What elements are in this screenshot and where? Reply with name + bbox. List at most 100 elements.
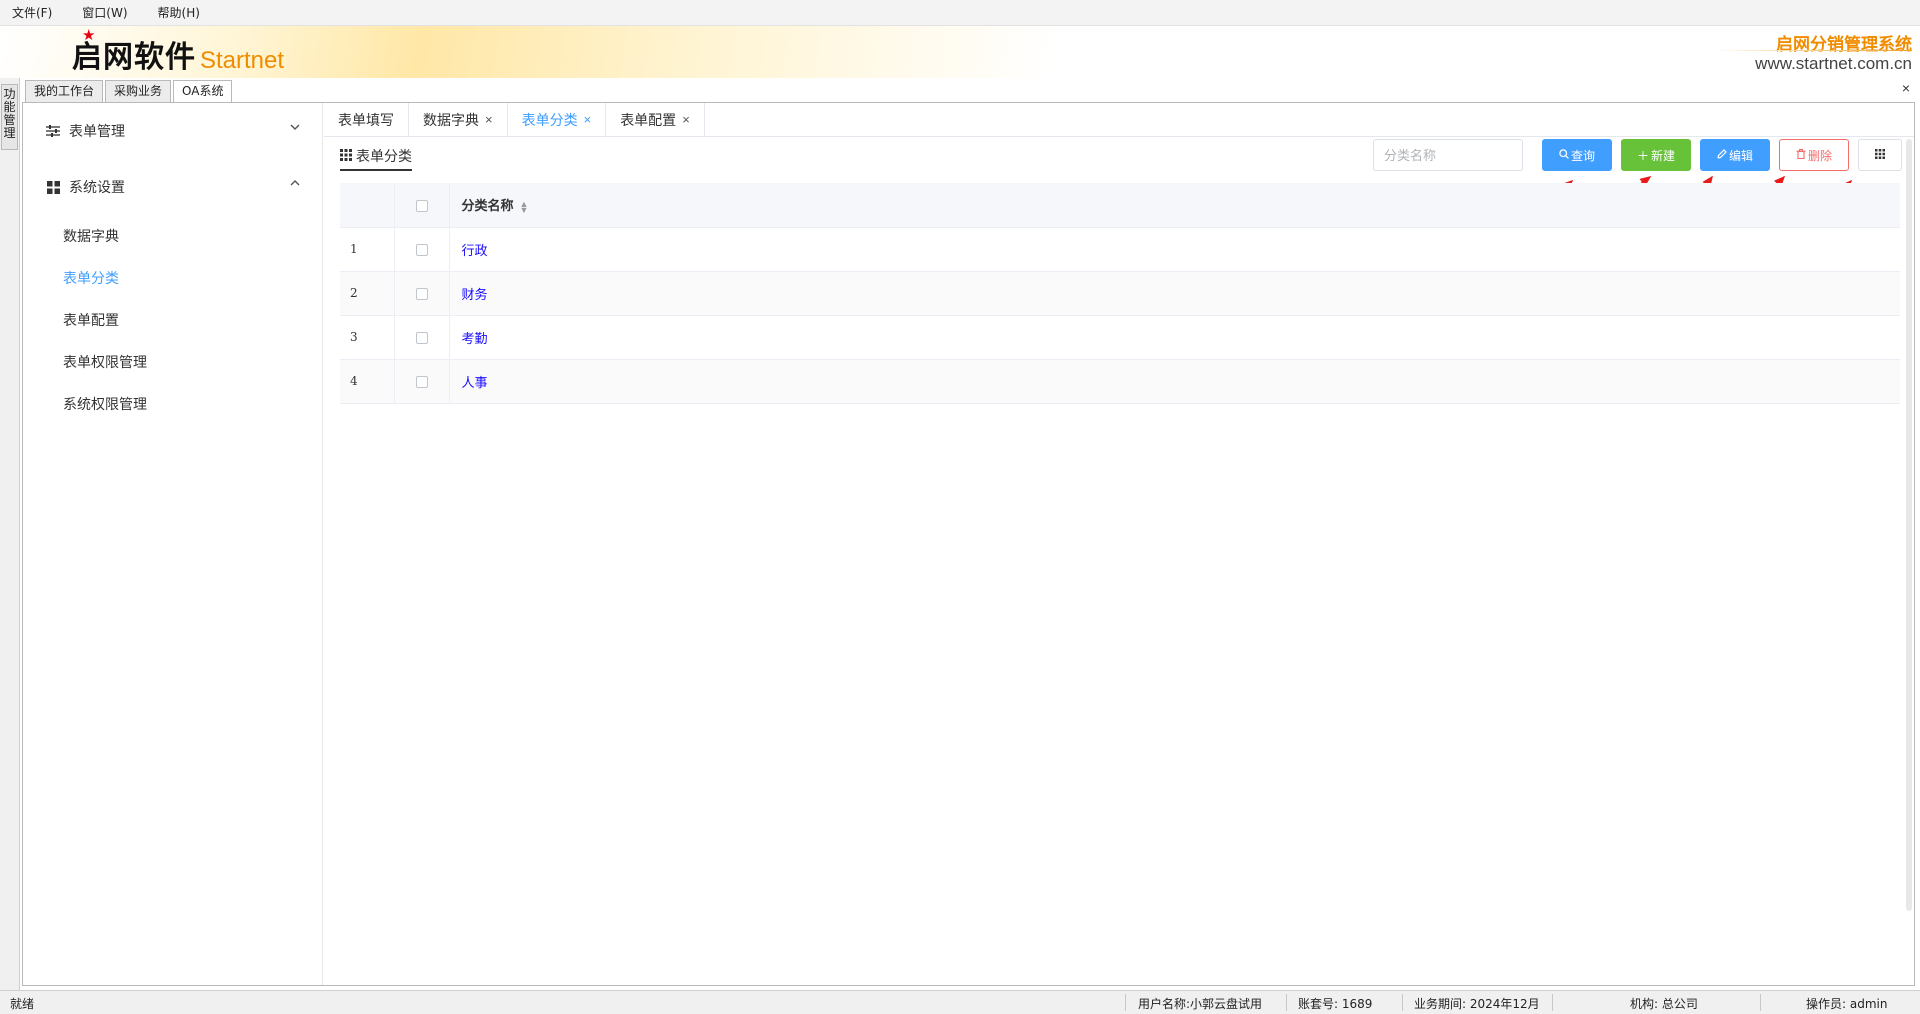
category-name-cell[interactable]: 行政 (449, 227, 1900, 272)
row-checkbox[interactable] (415, 244, 428, 257)
sidebar-item-data-dictionary[interactable]: 数据字典 (23, 215, 322, 257)
table-header-row: 分类名称 ▲ ▼ (340, 183, 1900, 228)
status-divider (1552, 994, 1553, 1011)
panel-title-text: 表单分类 (356, 148, 412, 164)
sidebar-group-system-settings[interactable]: 系统设置 (23, 159, 322, 215)
select-all-checkbox[interactable] (415, 199, 428, 212)
tab-form-fill[interactable]: 表单填写 (324, 103, 409, 137)
logo-cn-text: 启网软件 (72, 40, 196, 75)
status-divider (1286, 994, 1287, 1011)
panel-title: 表单分类 (340, 145, 412, 171)
sidebar-item-system-permission[interactable]: 系统权限管理 (23, 383, 322, 425)
row-select-cell (394, 359, 450, 404)
query-button-label: 查询 (1570, 148, 1595, 163)
table-row[interactable]: 1 行政 (340, 227, 1900, 272)
row-index: 2 (340, 271, 395, 316)
status-operator: 操作员: admin (1806, 997, 1888, 1011)
tab-oa-system[interactable]: OA系统 (173, 80, 233, 103)
close-icon[interactable]: × (682, 103, 690, 137)
sidebar-item-form-permission[interactable]: 表单权限管理 (23, 341, 322, 383)
status-divider (1760, 994, 1761, 1011)
sliders-icon (45, 123, 61, 139)
query-button[interactable]: 查询 (1542, 139, 1612, 171)
tab-label: 数据字典 (423, 112, 479, 128)
select-all-cell (394, 183, 450, 228)
category-name-search-input[interactable] (1373, 139, 1523, 171)
status-divider (1125, 994, 1126, 1011)
tab-form-category[interactable]: 表单分类 × (508, 103, 607, 137)
index-header (340, 183, 395, 228)
brand-divider (1712, 50, 1912, 51)
menu-bar: 文件(F) 窗口(W) 帮助(H) (0, 0, 1920, 26)
sidebar-group-label: 系统设置 (69, 179, 125, 195)
system-name: 启网分销管理系统 (1776, 35, 1912, 55)
category-name-header[interactable]: 分类名称 ▲ ▼ (449, 183, 1900, 228)
sidebar-group-label: 表单管理 (69, 123, 125, 139)
logo-en-text: Startnet (200, 47, 285, 74)
category-table: 分类名称 ▲ ▼ 1 行政 2 财务 3 考勤 4 人事 (340, 183, 1900, 404)
row-checkbox[interactable] (415, 376, 428, 389)
vertical-scrollbar[interactable] (1906, 139, 1912, 911)
delete-button[interactable]: 删除 (1779, 139, 1849, 171)
category-name-cell[interactable]: 财务 (449, 271, 1900, 316)
row-checkbox[interactable] (415, 332, 428, 345)
status-account: 账套号: 1689 (1298, 997, 1373, 1011)
row-select-cell (394, 315, 450, 360)
row-index: 1 (340, 227, 395, 272)
menu-window[interactable]: 窗口(W) (82, 4, 127, 21)
content-tabs: 表单填写 数据字典 × 表单分类 × 表单配置 × (324, 103, 1914, 137)
status-user: 用户名称:小郭云盘试用 (1138, 997, 1263, 1011)
sidebar-item-form-category[interactable]: 表单分类 (23, 257, 322, 299)
tab-label: 表单分类 (521, 112, 578, 128)
sidebar-group-form-manage[interactable]: 表单管理 (23, 103, 322, 159)
status-text: 就绪 (10, 997, 35, 1011)
plus-icon: ＋ (1636, 148, 1649, 163)
function-strip: 功能管理 (0, 78, 20, 990)
trash-icon (1796, 148, 1806, 162)
column-header-label: 分类名称 (461, 198, 514, 214)
tab-workbench[interactable]: 我的工作台 (25, 80, 104, 102)
row-select-cell (394, 271, 450, 316)
edit-button[interactable]: 编辑 (1700, 139, 1770, 171)
sidebar-item-form-config[interactable]: 表单配置 (23, 299, 322, 341)
system-url: www.startnet.com.cn (1755, 54, 1912, 73)
menu-help[interactable]: 帮助(H) (158, 4, 200, 21)
content-area: 表单填写 数据字典 × 表单分类 × 表单配置 × 表单分类 分类名称 查询 ＋… (324, 103, 1914, 985)
row-checkbox[interactable] (415, 288, 428, 301)
status-bar: 就绪 用户名称:小郭云盘试用 账套号: 1689 业务期间: 2024年12月 … (0, 990, 1920, 1014)
edit-icon (1717, 148, 1727, 162)
row-index: 4 (340, 359, 395, 404)
tab-label: 表单填写 (338, 112, 394, 128)
row-select-cell (394, 227, 450, 272)
delete-button-label: 删除 (1807, 148, 1832, 163)
table-row[interactable]: 4 人事 (340, 359, 1900, 404)
tab-form-config[interactable]: 表单配置 × (606, 103, 705, 137)
row-index: 3 (340, 315, 395, 360)
grid-icon (1875, 148, 1885, 162)
search-icon (1559, 148, 1569, 162)
workspace-tabs: 我的工作台 采购业务 OA系统 (25, 80, 234, 103)
function-manage-tab[interactable]: 功能管理 (1, 84, 18, 150)
menu-file[interactable]: 文件(F) (12, 4, 52, 21)
tab-data-dictionary[interactable]: 数据字典 × (409, 103, 508, 137)
table-row[interactable]: 3 考勤 (340, 315, 1900, 360)
status-org: 机构: 总公司 (1630, 997, 1698, 1011)
tab-purchase[interactable]: 采购业务 (105, 80, 172, 102)
close-window-icon[interactable]: × (1902, 80, 1910, 96)
category-name-cell[interactable]: 考勤 (449, 315, 1900, 360)
close-icon[interactable]: × (485, 103, 493, 137)
table-row[interactable]: 2 财务 (340, 271, 1900, 316)
edit-button-label: 编辑 (1728, 148, 1753, 163)
main-frame: 表单管理 系统设置 数据字典 表单分类 表单配置 表单权限管理 系统权限管理 表… (22, 102, 1915, 986)
sort-icon[interactable]: ▲ ▼ (520, 199, 529, 214)
close-icon[interactable]: × (584, 103, 592, 137)
sidebar: 表单管理 系统设置 数据字典 表单分类 表单配置 表单权限管理 系统权限管理 (23, 103, 323, 985)
new-button-label: 新建 (1651, 148, 1676, 163)
chevron-up-icon (290, 177, 300, 191)
status-divider (1402, 994, 1403, 1011)
new-button[interactable]: ＋ 新建 (1621, 139, 1691, 171)
category-name-cell[interactable]: 人事 (449, 359, 1900, 404)
column-settings-button[interactable] (1858, 139, 1902, 171)
grid-icon (45, 179, 61, 195)
logo: 启网软件 Startnet (72, 32, 284, 76)
